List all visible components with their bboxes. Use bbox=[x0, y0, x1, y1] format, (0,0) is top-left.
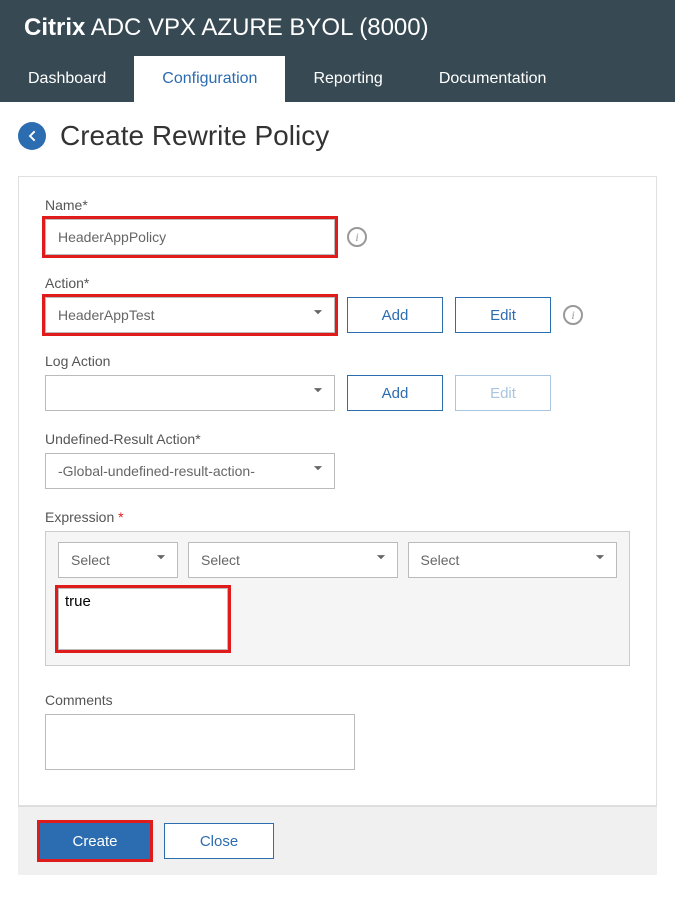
log-action-label: Log Action bbox=[45, 353, 630, 369]
main-tabs: Dashboard Configuration Reporting Docume… bbox=[0, 56, 675, 102]
expression-select-2[interactable] bbox=[188, 542, 398, 578]
name-input[interactable] bbox=[45, 219, 335, 255]
log-action-select[interactable] bbox=[45, 375, 335, 411]
action-edit-button[interactable]: Edit bbox=[455, 297, 551, 333]
arrow-left-icon bbox=[24, 128, 40, 144]
tab-configuration[interactable]: Configuration bbox=[134, 56, 285, 102]
back-button[interactable] bbox=[18, 122, 46, 150]
action-label: Action* bbox=[45, 275, 630, 291]
expression-select-1[interactable] bbox=[58, 542, 178, 578]
action-add-button[interactable]: Add bbox=[347, 297, 443, 333]
product-name: ADC VPX AZURE BYOL (8000) bbox=[85, 14, 428, 41]
comments-label: Comments bbox=[45, 692, 630, 708]
expression-textarea[interactable]: true bbox=[58, 588, 228, 650]
tab-documentation[interactable]: Documentation bbox=[411, 56, 575, 102]
page-title: Create Rewrite Policy bbox=[60, 120, 329, 152]
undefined-result-label: Undefined-Result Action* bbox=[45, 431, 630, 447]
form-area: Name* i Action* Add Edit i Log Action bbox=[18, 176, 657, 806]
info-icon[interactable]: i bbox=[347, 227, 367, 247]
action-select[interactable] bbox=[45, 297, 335, 333]
brand-name: Citrix bbox=[24, 14, 85, 41]
close-button[interactable]: Close bbox=[164, 823, 274, 859]
log-action-add-button[interactable]: Add bbox=[347, 375, 443, 411]
info-icon[interactable]: i bbox=[563, 305, 583, 325]
undefined-result-select[interactable] bbox=[45, 453, 335, 489]
create-button[interactable]: Create bbox=[40, 823, 150, 859]
expression-select-3[interactable] bbox=[408, 542, 618, 578]
log-action-edit-button: Edit bbox=[455, 375, 551, 411]
footer-bar: Create Close bbox=[18, 806, 657, 875]
app-header: Citrix ADC VPX AZURE BYOL (8000) bbox=[0, 0, 675, 56]
expression-builder: true bbox=[45, 531, 630, 666]
tab-dashboard[interactable]: Dashboard bbox=[0, 56, 134, 102]
expression-label: Expression * bbox=[45, 509, 630, 525]
comments-textarea[interactable] bbox=[45, 714, 355, 770]
tab-reporting[interactable]: Reporting bbox=[285, 56, 410, 102]
name-label: Name* bbox=[45, 197, 630, 213]
